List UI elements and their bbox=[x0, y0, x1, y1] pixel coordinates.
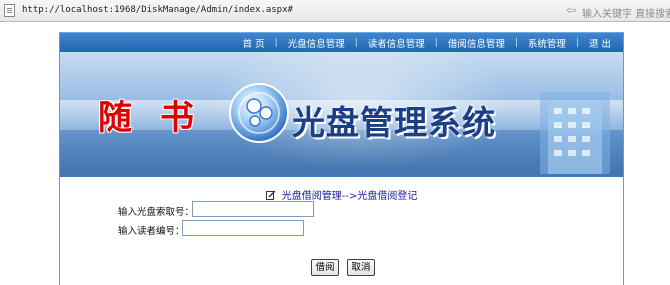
borrow-button[interactable]: 借阅 bbox=[311, 259, 339, 276]
nav-item-system[interactable]: 系统管理 bbox=[528, 36, 566, 50]
header-banner: 随书 光盘管理系统 bbox=[60, 52, 623, 174]
top-navigation: 首 页 | 光盘信息管理 | 读者信息管理 | 借阅信息管理 | 系统管理 | … bbox=[60, 32, 623, 52]
disc-logo-icon bbox=[229, 83, 289, 143]
address-url[interactable]: http://localhost:1968/DiskManage/Admin/i… bbox=[22, 5, 293, 15]
banner-title: 光盘管理系统 bbox=[292, 103, 496, 142]
back-arrow-icon[interactable]: ⇦ bbox=[566, 3, 576, 17]
building-graphic bbox=[540, 92, 610, 174]
nav-separator: | bbox=[274, 37, 278, 48]
banner-left-text: 随书 bbox=[98, 98, 222, 138]
breadcrumb: 光盘借阅管理-->光盘借阅登记 bbox=[60, 184, 623, 203]
nav-item-reader-info[interactable]: 读者信息管理 bbox=[368, 36, 425, 50]
nav-item-disc-info[interactable]: 光盘信息管理 bbox=[288, 36, 345, 50]
browser-search-hint[interactable]: 输入关键字 直接搜索 bbox=[582, 5, 670, 20]
nav-item-borrow-info[interactable]: 借阅信息管理 bbox=[448, 36, 505, 50]
reader-id-label: 输入读者编号： bbox=[118, 226, 185, 237]
edit-icon bbox=[265, 190, 276, 200]
borrow-form-area: 光盘借阅管理-->光盘借阅登记 输入光盘索取号： 输入读者编号： 借阅 取消 bbox=[60, 177, 623, 285]
nav-separator: | bbox=[514, 37, 518, 48]
reader-id-input[interactable] bbox=[182, 220, 304, 236]
cancel-button[interactable]: 取消 bbox=[347, 259, 375, 276]
site-frame: 首 页 | 光盘信息管理 | 读者信息管理 | 借阅信息管理 | 系统管理 | … bbox=[59, 32, 624, 285]
nav-separator: | bbox=[575, 37, 579, 48]
nav-item-logout[interactable]: 退 出 bbox=[589, 36, 611, 50]
nav-separator: | bbox=[434, 37, 438, 48]
nav-separator: | bbox=[354, 37, 358, 48]
disc-id-label: 输入光盘索取号： bbox=[118, 207, 195, 218]
browser-address-bar: http://localhost:1968/DiskManage/Admin/i… bbox=[0, 0, 670, 22]
page-icon bbox=[4, 4, 15, 17]
nav-item-home[interactable]: 首 页 bbox=[243, 36, 265, 50]
disc-id-input[interactable] bbox=[192, 201, 314, 217]
